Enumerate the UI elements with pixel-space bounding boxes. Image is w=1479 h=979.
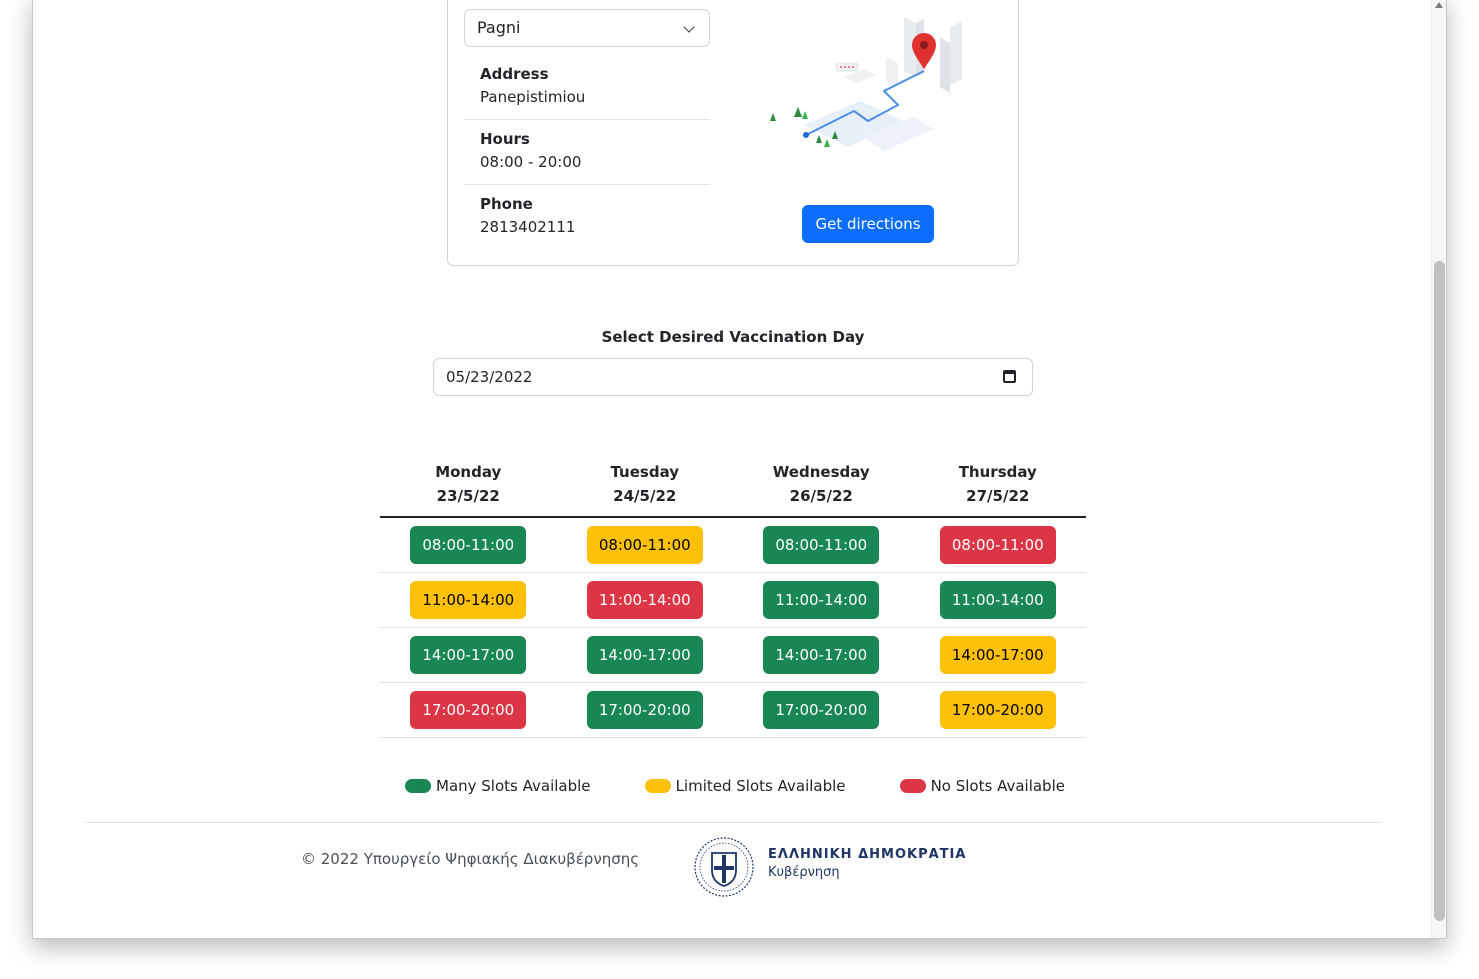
address-label: Address bbox=[480, 65, 549, 83]
time-slot-button-many[interactable]: 14:00-17:00 bbox=[410, 635, 527, 674]
legend-many: Many Slots Available bbox=[405, 777, 591, 795]
legend-limited: Limited Slots Available bbox=[644, 777, 846, 795]
time-slot-button-many[interactable]: 11:00-14:00 bbox=[763, 580, 880, 619]
day-header: Monday 23/5/22 bbox=[380, 460, 557, 518]
table-row: 14:00-17:00 14:00-17:00 14:00-17:00 14:00-1… bbox=[380, 627, 1086, 683]
phone-value: 2813402111 bbox=[480, 218, 576, 236]
center-details-list: Address Panepistimiou Hours 08:00 - 20:0… bbox=[464, 55, 710, 250]
time-slot-button-limited[interactable]: 17:00-20:00 bbox=[939, 690, 1056, 729]
time-slot-button-many[interactable]: 17:00-20:00 bbox=[586, 690, 703, 729]
day-name: Tuesday bbox=[610, 463, 680, 481]
slot-cell: 11:00-14:00 bbox=[380, 572, 557, 628]
center-select[interactable]: Pagni bbox=[464, 9, 710, 47]
greek-government-emblem-icon bbox=[694, 837, 754, 897]
time-slot-button-none[interactable]: 11:00-14:00 bbox=[586, 580, 703, 619]
time-slot-button-none[interactable]: 08:00-11:00 bbox=[939, 525, 1056, 564]
schedule-header-row: Monday 23/5/22 Tuesday 24/5/22 Wednesday 26/5… bbox=[380, 460, 1086, 518]
legend-none-label: No Slots Available bbox=[930, 777, 1065, 795]
day-header: Thursday 27/5/22 bbox=[909, 460, 1086, 518]
hours-label: Hours bbox=[480, 130, 530, 148]
legend-limited-label: Limited Slots Available bbox=[675, 777, 846, 795]
time-slot-button-many[interactable]: 11:00-14:00 bbox=[939, 580, 1056, 619]
slot-cell: 14:00-17:00 bbox=[909, 627, 1086, 683]
gov-title: ΕΛΛΗΝΙΚΗ ΔΗΜΟΚΡΑΤΙΑ bbox=[768, 847, 967, 862]
day-date: 24/5/22 bbox=[613, 487, 677, 505]
legend-many-label: Many Slots Available bbox=[436, 777, 591, 795]
vertical-scrollbar[interactable] bbox=[1431, 0, 1446, 938]
address-item: Address Panepistimiou bbox=[464, 55, 710, 120]
many-swatch bbox=[405, 779, 431, 793]
phone-label: Phone bbox=[480, 195, 533, 213]
slot-cell: 11:00-14:00 bbox=[909, 572, 1086, 628]
slot-cell: 11:00-14:00 bbox=[556, 572, 733, 628]
center-select-value: Pagni bbox=[477, 18, 521, 37]
phone-item: Phone 2813402111 bbox=[464, 185, 710, 250]
slot-cell: 08:00-11:00 bbox=[556, 517, 733, 573]
time-slot-button-many[interactable]: 08:00-11:00 bbox=[763, 525, 880, 564]
scroll-up-arrow-icon[interactable] bbox=[1435, 2, 1443, 8]
slot-cell: 08:00-11:00 bbox=[733, 517, 910, 573]
chevron-down-icon bbox=[683, 21, 695, 33]
address-value: Panepistimiou bbox=[480, 88, 586, 106]
table-row: 11:00-14:00 11:00-14:00 11:00-14:00 11:00-1… bbox=[380, 572, 1086, 628]
slot-cell: 17:00-20:00 bbox=[380, 682, 557, 738]
map-route-illustration bbox=[770, 17, 962, 151]
slot-cell: 14:00-17:00 bbox=[733, 627, 910, 683]
limited-swatch bbox=[644, 779, 671, 793]
time-slot-button-none[interactable]: 17:00-20:00 bbox=[410, 690, 527, 729]
slot-cell: 08:00-11:00 bbox=[909, 517, 1086, 573]
day-header: Tuesday 24/5/22 bbox=[556, 460, 733, 518]
hours-value: 08:00 - 20:00 bbox=[480, 153, 582, 171]
slot-cell: 11:00-14:00 bbox=[733, 572, 910, 628]
none-swatch bbox=[899, 779, 926, 793]
browser-window: Pagni Address Panepistimiou Hours 08:00 … bbox=[32, 0, 1447, 939]
footer-copyright: © 2022 Υπουργείο Ψηφιακής Διακυβέρνησης bbox=[301, 850, 640, 868]
availability-legend: Many Slots Available Limited Slots Avail… bbox=[405, 774, 1065, 798]
slot-cell: 14:00-17:00 bbox=[556, 627, 733, 683]
calendar-icon[interactable] bbox=[1003, 370, 1016, 383]
time-slot-button-limited[interactable]: 14:00-17:00 bbox=[939, 635, 1056, 674]
time-slot-button-many[interactable]: 14:00-17:00 bbox=[763, 635, 880, 674]
table-row: 17:00-20:00 17:00-20:00 17:00-20:00 17:00-2… bbox=[380, 682, 1086, 738]
vaccination-date-input[interactable]: 05/23/2022 bbox=[433, 358, 1033, 396]
day-date: 23/5/22 bbox=[436, 487, 500, 505]
legend-none: No Slots Available bbox=[899, 777, 1065, 795]
schedule-table: Monday 23/5/22 Tuesday 24/5/22 Wednesday 26/5… bbox=[380, 460, 1086, 738]
vaccination-center-card: Pagni Address Panepistimiou Hours 08:00 … bbox=[447, 0, 1019, 266]
time-slot-button-limited[interactable]: 11:00-14:00 bbox=[410, 580, 527, 619]
day-name: Wednesday bbox=[772, 463, 870, 481]
get-directions-button[interactable]: Get directions bbox=[802, 205, 934, 243]
table-row: 08:00-11:00 08:00-11:00 08:00-11:00 08:00-1… bbox=[380, 517, 1086, 573]
vaccination-day-label: Select Desired Vaccination Day bbox=[601, 328, 865, 346]
time-slot-button-many[interactable]: 14:00-17:00 bbox=[586, 635, 703, 674]
slot-cell: 08:00-11:00 bbox=[380, 517, 557, 573]
slot-cell: 17:00-20:00 bbox=[733, 682, 910, 738]
time-slot-button-many[interactable]: 08:00-11:00 bbox=[410, 525, 527, 564]
day-name: Thursday bbox=[958, 463, 1037, 481]
hours-item: Hours 08:00 - 20:00 bbox=[464, 120, 710, 185]
time-slot-button-limited[interactable]: 08:00-11:00 bbox=[586, 525, 703, 564]
slot-cell: 14:00-17:00 bbox=[380, 627, 557, 683]
time-slot-button-many[interactable]: 17:00-20:00 bbox=[763, 690, 880, 729]
day-date: 26/5/22 bbox=[789, 487, 853, 505]
day-date: 27/5/22 bbox=[966, 487, 1030, 505]
day-name: Monday bbox=[435, 463, 502, 481]
footer-divider bbox=[85, 822, 1381, 823]
scrollbar-thumb[interactable] bbox=[1434, 261, 1445, 921]
date-value: 05/23/2022 bbox=[446, 368, 533, 386]
gov-subtitle: Κυβέρνηση bbox=[768, 865, 840, 880]
slot-cell: 17:00-20:00 bbox=[556, 682, 733, 738]
slot-cell: 17:00-20:00 bbox=[909, 682, 1086, 738]
day-header: Wednesday 26/5/22 bbox=[733, 460, 910, 518]
